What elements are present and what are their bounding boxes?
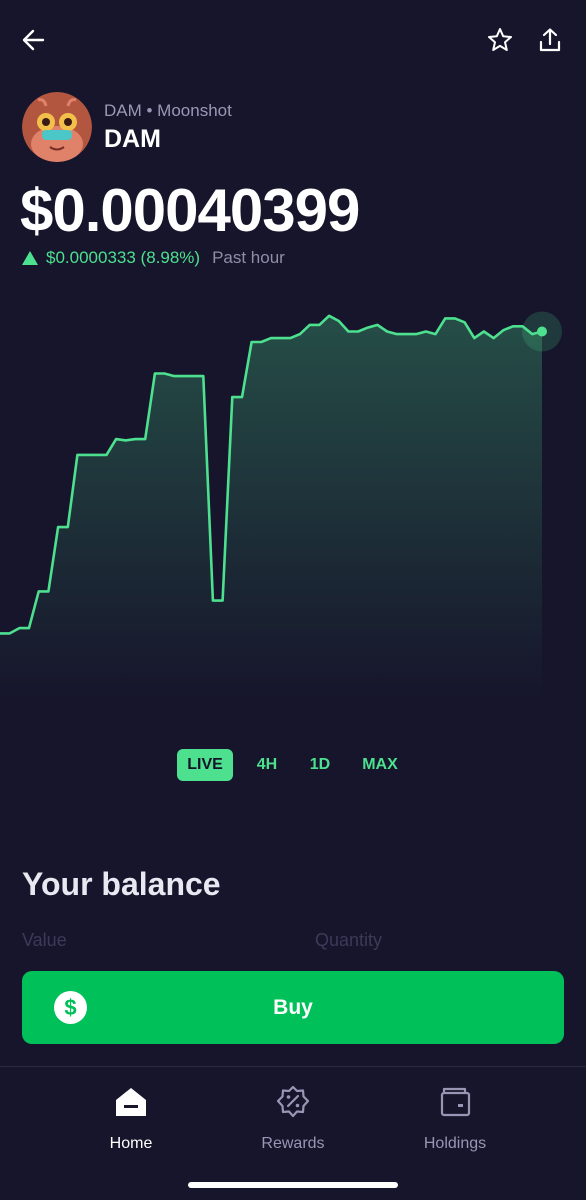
frog-avatar-icon xyxy=(22,92,92,162)
balance-title: Your balance xyxy=(22,866,221,902)
dollar-circle-icon: $ xyxy=(54,991,87,1024)
price-chart[interactable] xyxy=(0,300,586,720)
price-change: $0.0000333 (8.98%) Past hour xyxy=(22,248,285,268)
buy-button[interactable]: $ Buy xyxy=(22,971,564,1044)
wallet-icon xyxy=(440,1087,471,1117)
buy-label: Buy xyxy=(273,995,313,1019)
range-4h-button[interactable]: 4H xyxy=(247,749,287,781)
tab-rewards[interactable]: Rewards xyxy=(223,1083,363,1153)
tab-home[interactable]: Home xyxy=(61,1083,201,1153)
home-indicator xyxy=(188,1182,398,1188)
token-name: DAM xyxy=(104,124,161,153)
range-1d-button[interactable]: 1D xyxy=(302,749,338,781)
balance-quantity-label: Quantity xyxy=(315,930,383,950)
token-header: DAM • Moonshot DAM xyxy=(22,92,232,162)
price-change-period: Past hour xyxy=(212,248,285,267)
share-button[interactable] xyxy=(530,20,570,60)
arrow-left-icon xyxy=(22,29,45,51)
bottom-tab-bar: Home Rewards Holdings xyxy=(0,1066,586,1200)
favorite-button[interactable] xyxy=(480,20,520,60)
tab-rewards-label: Rewards xyxy=(261,1135,325,1152)
top-bar xyxy=(0,20,586,60)
home-icon xyxy=(116,1088,146,1116)
tab-holdings-label: Holdings xyxy=(423,1135,487,1152)
back-button[interactable] xyxy=(14,20,54,60)
range-max-button[interactable]: MAX xyxy=(355,749,405,781)
time-range-selector: LIVE 4H 1D MAX xyxy=(0,749,586,781)
triangle-up-icon xyxy=(22,251,38,265)
price-change-value: $0.0000333 (8.98%) xyxy=(46,248,201,267)
share-upload-icon xyxy=(539,28,561,52)
chart-endpoint-dot xyxy=(537,326,547,337)
range-live-button[interactable]: LIVE xyxy=(177,749,233,781)
price-value: $0.00040399 xyxy=(20,177,360,244)
tab-home-label: Home xyxy=(109,1135,153,1152)
rewards-badge-icon xyxy=(276,1085,310,1118)
balance-value-label: Value xyxy=(22,930,67,950)
star-outline-icon xyxy=(488,28,512,51)
token-subtitle: DAM • Moonshot xyxy=(104,100,232,120)
tab-holdings[interactable]: Holdings xyxy=(385,1083,525,1153)
chart-area-fill xyxy=(0,315,542,700)
